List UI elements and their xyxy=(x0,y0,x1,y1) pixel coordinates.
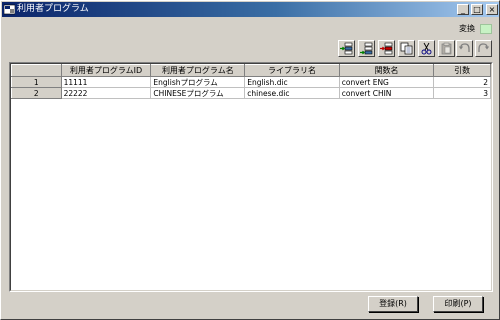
cell-program-name[interactable]: CHINESEプログラム xyxy=(150,87,246,99)
insert-row-button[interactable] xyxy=(338,40,355,57)
redo-icon xyxy=(478,43,490,52)
cell-args[interactable]: 2 xyxy=(433,76,491,88)
undo-button[interactable] xyxy=(456,40,473,57)
cell-function[interactable]: convert ENG xyxy=(338,76,435,88)
window-title: 利用者プログラム xyxy=(17,4,89,14)
column-header-function[interactable]: 関数名 xyxy=(338,64,435,77)
maximize-button[interactable]: □ xyxy=(471,4,483,15)
column-header-program-name[interactable]: 利用者プログラム名 xyxy=(150,64,246,77)
column-header-args[interactable]: 引数 xyxy=(433,64,491,77)
table-header-row: 利用者プログラムID 利用者プログラム名 ライブラリ名 関数名 引数 xyxy=(11,64,491,77)
register-button[interactable]: 登録(R) xyxy=(368,296,418,312)
copy-button[interactable] xyxy=(398,40,415,57)
delete-row-button[interactable] xyxy=(378,40,395,57)
cell-program-id[interactable]: 22222 xyxy=(60,87,152,99)
app-icon xyxy=(4,4,15,15)
row-number[interactable]: 1 xyxy=(11,76,62,88)
henkan-indicator[interactable] xyxy=(480,24,492,34)
table-row[interactable]: 1 11111 Englishプログラム English.dic convert… xyxy=(11,76,491,88)
paste-icon xyxy=(441,42,452,55)
cut-icon xyxy=(421,42,432,55)
paste-button[interactable] xyxy=(438,40,455,57)
cell-library[interactable]: English.dic xyxy=(244,76,340,88)
column-header-program-id[interactable]: 利用者プログラムID xyxy=(60,64,152,77)
cell-program-id[interactable]: 11111 xyxy=(60,76,152,88)
append-row-icon xyxy=(360,42,373,55)
henkan-label: 変換 xyxy=(459,24,475,33)
column-header-library[interactable]: ライブラリ名 xyxy=(244,64,340,77)
undo-icon xyxy=(458,43,470,52)
data-grid[interactable]: 利用者プログラムID 利用者プログラム名 ライブラリ名 関数名 引数 1 111… xyxy=(9,62,493,292)
cut-button[interactable] xyxy=(418,40,435,57)
cell-program-name[interactable]: Englishプログラム xyxy=(150,76,246,88)
delete-row-icon xyxy=(380,42,393,55)
cell-library[interactable]: chinese.dic xyxy=(244,87,340,99)
redo-button[interactable] xyxy=(475,40,492,57)
row-number[interactable]: 2 xyxy=(11,87,62,99)
cell-args[interactable]: 3 xyxy=(433,87,491,99)
minimize-button[interactable]: _ xyxy=(457,4,469,15)
table-row[interactable]: 2 22222 CHINESEプログラム chinese.dic convert… xyxy=(11,87,491,99)
insert-row-icon xyxy=(340,42,353,55)
append-row-button[interactable] xyxy=(358,40,375,57)
copy-icon xyxy=(400,42,413,55)
column-header-rownum[interactable] xyxy=(11,64,62,77)
close-button[interactable]: × xyxy=(486,4,498,15)
print-button[interactable]: 印刷(P) xyxy=(433,296,483,312)
title-bar[interactable]: 利用者プログラム _ □ × xyxy=(2,2,499,17)
program-table: 利用者プログラムID 利用者プログラム名 ライブラリ名 関数名 引数 1 111… xyxy=(11,64,491,99)
cell-function[interactable]: convert CHIN xyxy=(338,87,435,99)
grid-frame: 利用者プログラムID 利用者プログラム名 ライブラリ名 関数名 引数 1 111… xyxy=(10,63,492,291)
window: 利用者プログラム _ □ × 変換 利用者プログラムID 利用者プログラム名 ラ… xyxy=(0,0,500,320)
